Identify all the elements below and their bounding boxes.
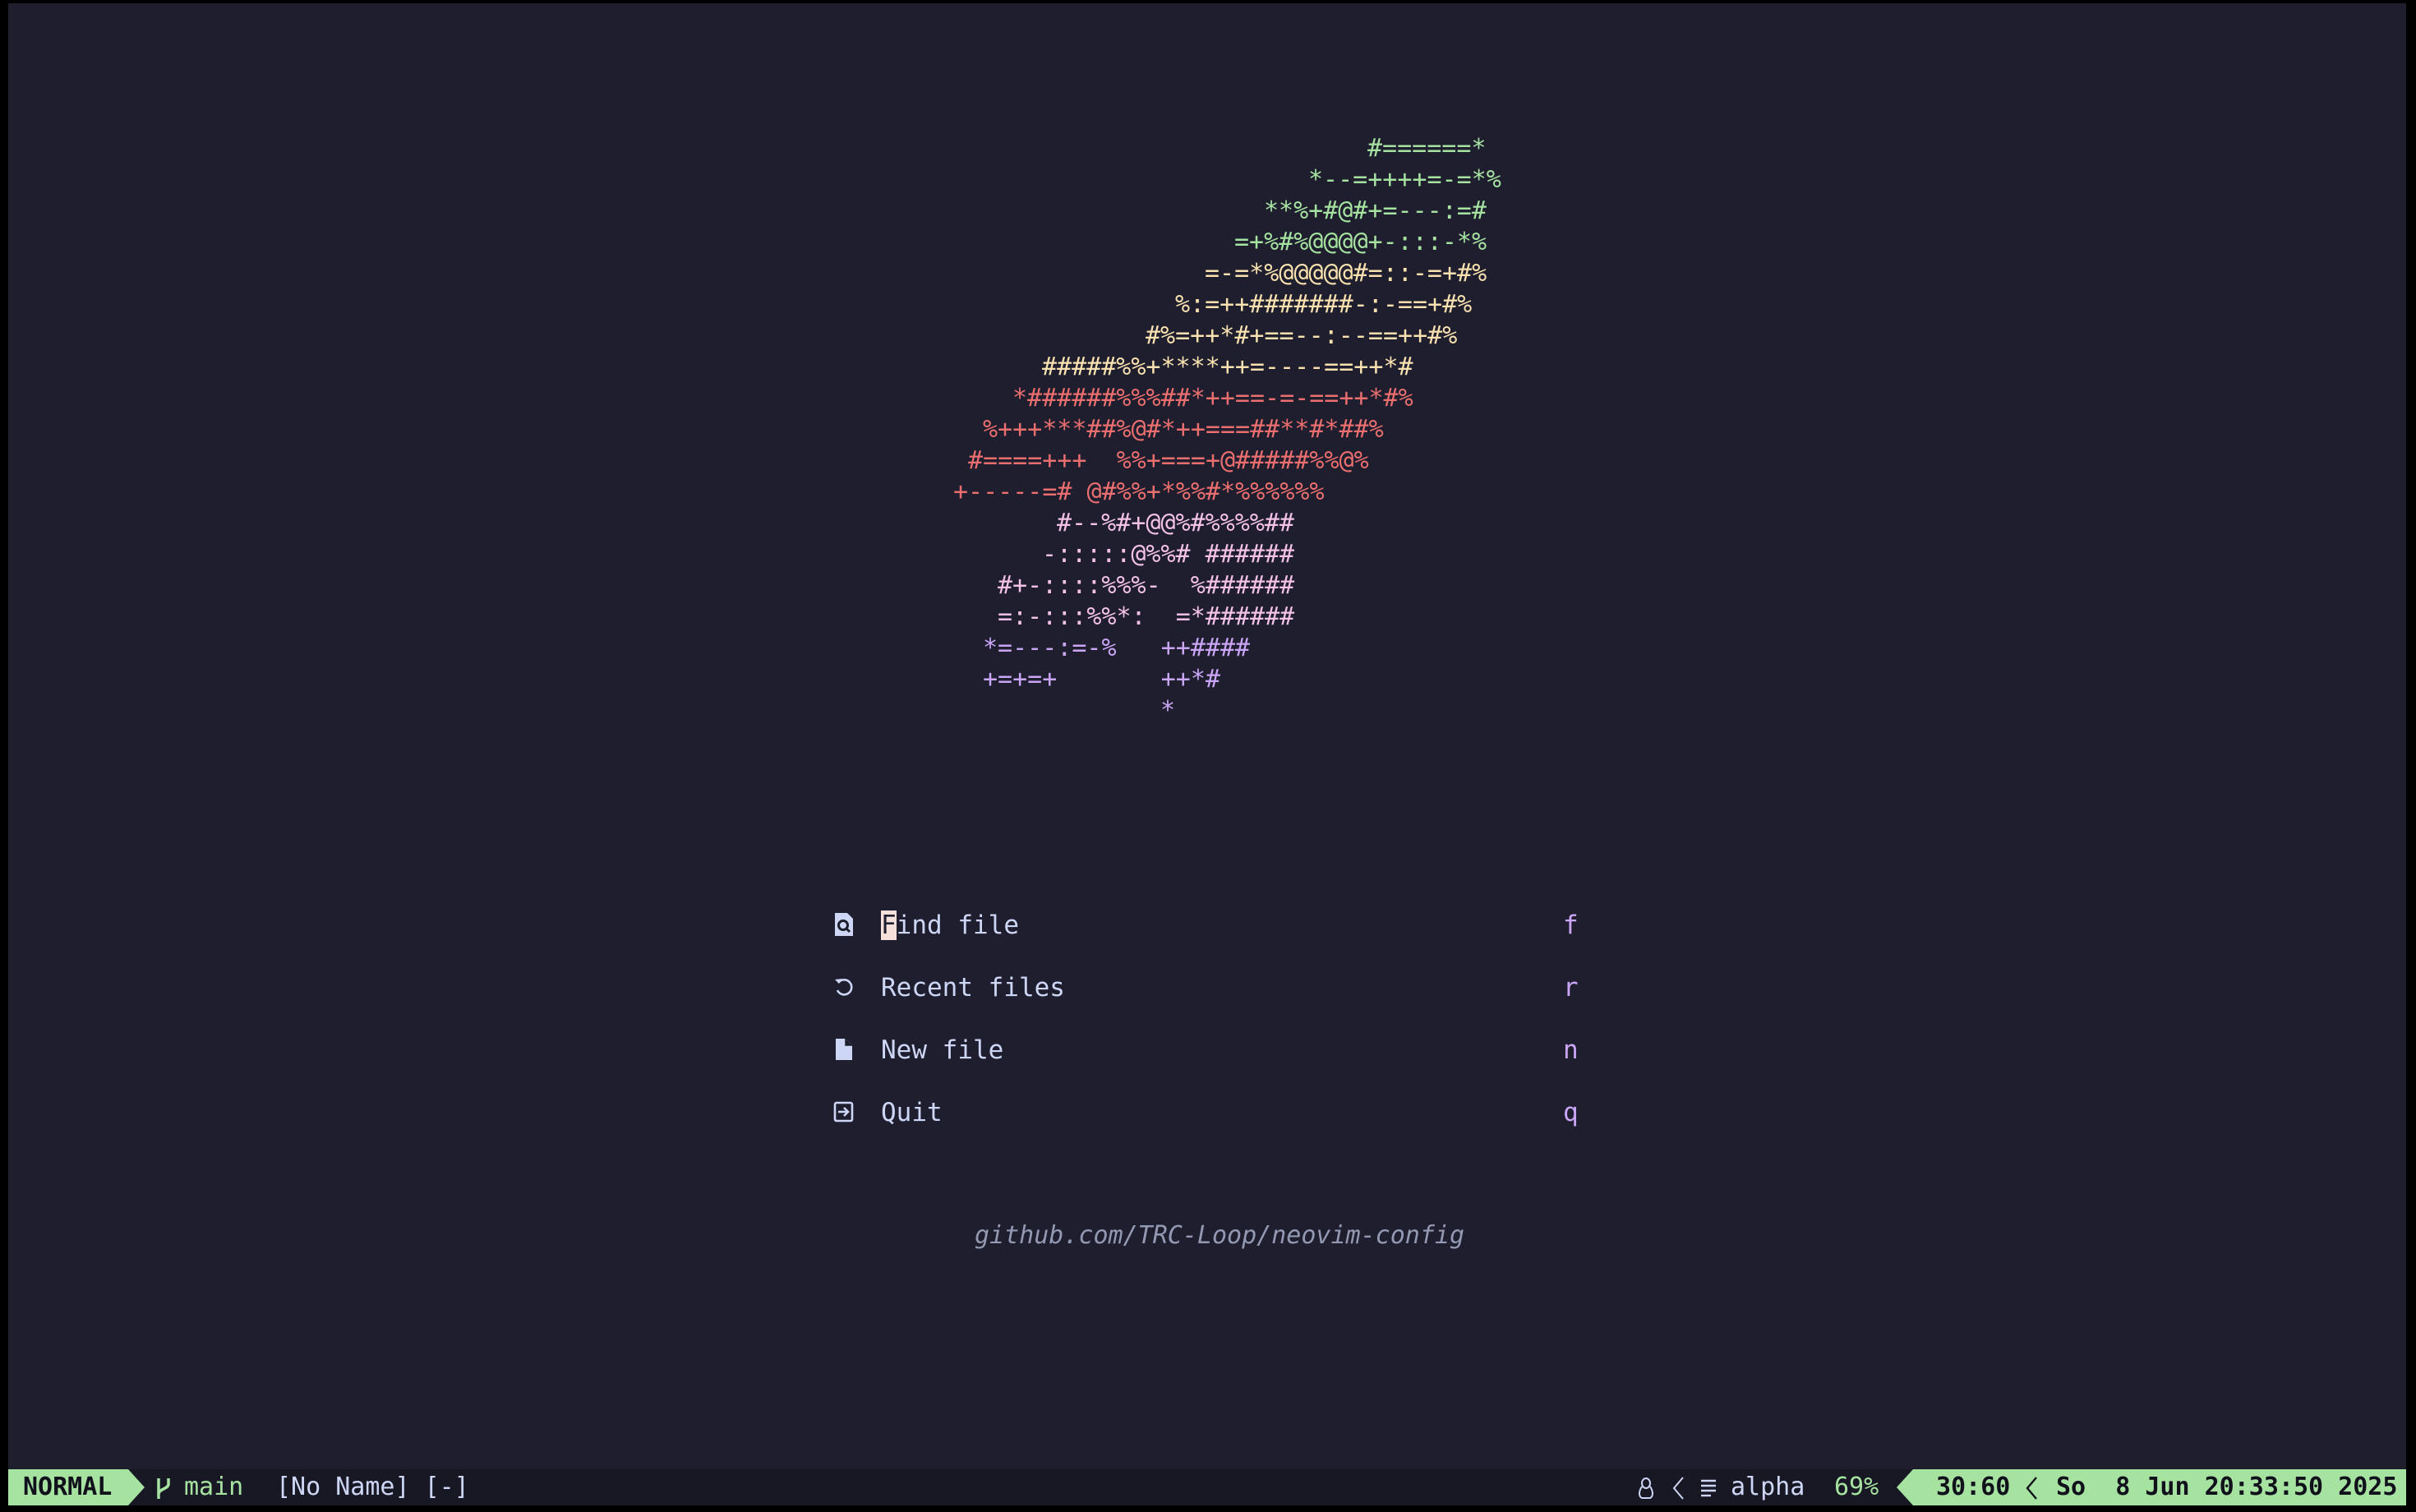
filetype: alpha [1731,1473,1805,1501]
art-line: #+-::::%%%- %###### [998,571,1295,600]
art-line: %:=++#######-:-==+#% [1175,290,1473,319]
art-line: **%+#@#+=---:=# [1264,196,1487,225]
art-line: * [1160,696,1176,725]
art-line: *=---:=-% ++#### [983,634,1251,662]
art-line: *######%%%##*++==-=-==++*#% [1012,384,1413,413]
art-line: =+%#%@@@@+-:::-*% [1234,228,1487,256]
recent-files-label: Recent files [881,973,1065,1003]
linux-icon [1639,1477,1653,1499]
footer-link: github.com/TRC-Loop/neovim-config [974,1221,1465,1250]
history-icon [835,979,853,996]
art-line: +-----=# @#%%+*%%#*%%%%%% [953,477,1325,506]
new-file-icon [836,1039,852,1060]
art-line: #--%#+@@%#%%%%## [1057,509,1294,537]
location-separator [1897,1469,1913,1505]
separator-icon [2026,1477,2037,1500]
mode-indicator: NORMAL [8,1469,129,1505]
menu-item-find-file[interactable]: Find file f [8,902,2406,952]
art-line: #%=++*#+==--:--==++#% [1146,321,1458,350]
terminal-window: #======* *--=++++=-=*% **%+#@#+=---:=# =+%#… [8,3,2406,1505]
art-line: -:::::@%%# ###### [1042,540,1295,569]
date-time: So 8 Jun 20:33:50 2025 [2056,1473,2398,1501]
quit-icon [833,1101,854,1122]
art-line: %+++***##%@#*++===##**#*##% [983,415,1384,444]
buffer-filename: [No Name] [-] [276,1473,469,1501]
art-line: #======* [1367,134,1487,163]
menu-item-recent-files[interactable]: Recent files r [8,965,2406,1014]
mode-separator [128,1469,145,1505]
cursor: F [881,910,897,940]
find-file-icon [835,913,853,936]
find-file-label: Find file [881,910,1019,940]
new-file-label: New file [881,1035,1004,1065]
cursor-location: 30:60 [1936,1473,2011,1501]
new-file-shortcut: n [1563,1035,1579,1065]
scroll-progress: 69% [1834,1473,1879,1501]
art-line: +=+=+ ++*# [983,665,1220,694]
separator-icon [1672,1477,1684,1500]
art-line: *--=++++=-=*% [1308,165,1501,194]
statusline: NORMAL main [No Name] [-] alpha 69% 30:6… [8,1469,2406,1505]
art-line: =-=*%@@@@@#=::-=+#% [1205,259,1487,288]
recent-files-shortcut: r [1563,973,1579,1003]
art-line: =:-:::%%*: =*###### [998,602,1295,631]
git-branch-icon [157,1478,170,1499]
quit-label: Quit [881,1098,943,1127]
menu-item-new-file[interactable]: New file n [8,1027,2406,1076]
menu-item-quit[interactable]: Quit q [8,1090,2406,1139]
art-line: #====+++ %%+===+@#####%%@% [968,446,1369,475]
filetype-icon [1701,1479,1716,1497]
find-file-shortcut: f [1563,910,1579,940]
art-line: #####%%+****++=----==++*# [1042,353,1413,381]
quit-shortcut: q [1563,1098,1579,1127]
git-branch: main [184,1473,244,1501]
